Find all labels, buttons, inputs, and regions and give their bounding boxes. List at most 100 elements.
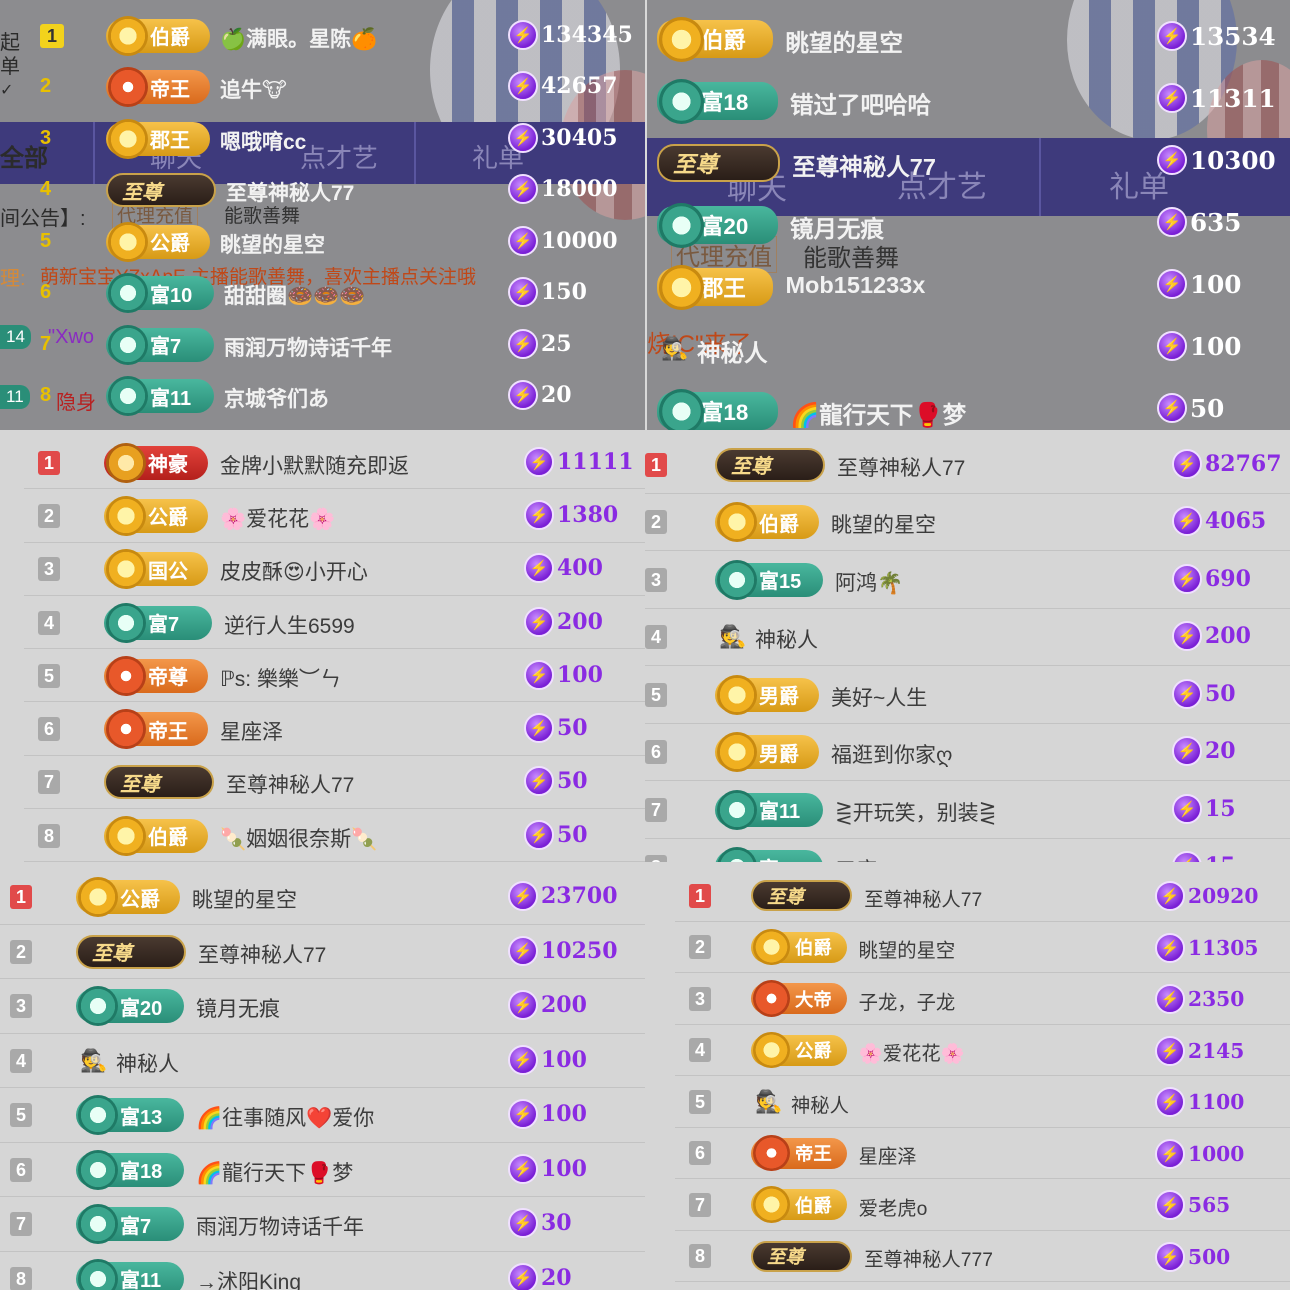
user-name[interactable]: 🌈龍行天下🥊梦 [790,396,966,430]
rank-row[interactable]: 伯爵 眺望的星空 13534 [647,8,1290,70]
user-name[interactable]: 星座泽 [859,1141,917,1169]
user-name[interactable]: 镜月无痕 [790,210,884,244]
rank-row[interactable]: 至尊 至尊神秘人77 10300 [647,132,1290,194]
rank-row[interactable]: 1 伯爵 🍏满眼。星陈🍊 134345 [0,10,645,62]
user-name[interactable]: 眺望的星空 [192,884,297,914]
user-name[interactable]: 嗯哦唷cc [220,126,306,156]
user-name[interactable]: Mob151233x [785,272,925,299]
bolt-coin-icon [524,499,554,530]
user-name[interactable]: 雨润万物诗话千年 [196,1211,364,1241]
rank-row[interactable]: 8 至尊 至尊神秘人777 500 [645,1231,1290,1282]
rank-row[interactable]: 6 帝王 星座泽 1000 [645,1128,1290,1179]
user-name[interactable]: 🌈往事随风❤️爱你 [196,1102,374,1132]
user-name[interactable]: 至尊神秘人77 [226,177,354,207]
user-name[interactable]: 神秘人 [697,334,768,368]
rank-row[interactable]: 7 至尊 至尊神秘人77 50 [0,756,645,810]
bolt-coin-icon [1155,1241,1185,1272]
badge-label: 富11 [759,801,801,824]
rank-row[interactable]: 1 公爵 眺望的星空 23700 [0,870,645,925]
rank-row[interactable]: 5 帝尊 ℙs: 樂樂︶ㄣ 100 [0,649,645,703]
user-name[interactable]: 眺望的星空 [831,509,936,539]
user-name[interactable]: 福逛到你家ღ [831,739,953,769]
rank-row[interactable]: 6 富10 甜甜圈🍩🍩🍩 150 [0,268,645,320]
rank-row[interactable]: 4 公爵 🌸爱花花🌸 2145 [645,1025,1290,1076]
rank-row[interactable]: 5 公爵 眺望的星空 10000 [0,216,645,268]
rank-row[interactable]: 郡王 Mob151233x 100 [647,256,1290,318]
user-name[interactable]: 🍏满眼。星陈🍊 [220,23,377,53]
user-name[interactable]: 神秘人 [791,1090,849,1118]
user-name[interactable]: 🍡姻姻很奈斯🍡 [220,823,377,853]
user-name[interactable]: 至尊神秘人77 [792,148,936,182]
user-name[interactable]: 至尊神秘人77 [226,769,354,799]
user-name[interactable]: →沭阳King [196,1266,301,1290]
user-name[interactable]: ⋛开玩笑，别装⋛ [835,797,996,827]
rank-row[interactable]: 2 伯爵 眺望的星空 11305 [645,922,1290,973]
user-name[interactable]: 皮皮酥😍小开心 [220,556,368,586]
rank-row[interactable]: 4 🕵 神秘人 200 [645,609,1290,666]
rank-row[interactable]: 6 帝王 星座泽 50 [0,703,645,756]
user-name[interactable]: 🌈龍行天下🥊梦 [196,1157,353,1187]
rank-row[interactable]: 3 富15 阿鸿🌴 690 [645,551,1290,609]
user-name[interactable]: 神秘人 [116,1048,179,1078]
rank-row[interactable]: 富18 错过了吧哈哈 11311 [647,70,1290,132]
user-name[interactable]: 至尊神秘人777 [864,1244,993,1272]
rank-row[interactable]: 1 至尊 至尊神秘人77 20920 [645,870,1290,922]
user-name[interactable]: 甜甜圈🍩🍩🍩 [224,280,365,310]
rank-row[interactable]: 8 富11 →沭阳King 20 [0,1252,645,1290]
rank-row[interactable]: 4 🕵 神秘人 100 [0,1034,645,1088]
user-name[interactable]: 眺望的星空 [220,229,325,259]
user-name[interactable]: 神秘人 [755,624,818,654]
rank-row[interactable]: 7 富11 ⋛开玩笑，别装⋛ 15 [645,781,1290,839]
rank-row[interactable]: 7 伯爵 爱老虎o 565 [645,1179,1290,1231]
bolt-coin-icon [1157,331,1187,362]
rank-row[interactable]: 8 伯爵 🍡姻姻很奈斯🍡 50 [0,809,645,862]
user-name[interactable]: 🌸爱花花🌸 [859,1038,965,1066]
user-name[interactable]: 🌸爱花花🌸 [220,503,335,533]
rank-row[interactable]: 8 富11 京城爷们あ 20 [0,371,645,423]
rank-row[interactable]: 1 至尊 至尊神秘人77 82767 [645,436,1290,494]
rank-row[interactable]: 3 郡王 嗯哦唷cc 30405 [0,113,645,165]
level-badge: 郡王 [106,118,210,159]
medal-icon [717,502,757,543]
user-name[interactable]: 至尊神秘人77 [864,884,982,912]
user-name[interactable]: 追牛🐮 [220,74,287,104]
rank-row[interactable]: 2 帝王 追牛🐮 42657 [0,62,645,114]
rank-row[interactable]: 5 🕵 神秘人 1100 [645,1076,1290,1128]
rank-row[interactable]: 富18 🌈龍行天下🥊梦 50 [647,380,1290,430]
rank-row[interactable]: 7 富7 雨润万物诗话千年 30 [0,1197,645,1252]
rank-row[interactable]: 4 至尊 至尊神秘人77 18000 [0,165,645,217]
user-name[interactable]: 至尊神秘人77 [198,939,326,969]
user-name[interactable]: 金牌小默默随充即返 [220,450,409,480]
rank-row[interactable]: 🕵 神秘人 100 [647,318,1290,380]
rank-row[interactable]: 3 富20 镜月无痕 200 [0,979,645,1034]
rank-row[interactable]: 2 公爵 🌸爱花花🌸 1380 [0,489,645,543]
user-name[interactable]: 爱老虎o [859,1193,928,1221]
rank-row[interactable]: 3 国公 皮皮酥😍小开心 400 [0,543,645,596]
rank-row[interactable]: 8 富18 曰度n 15 [645,839,1290,862]
rank-row[interactable]: 3 大帝 子龙，子龙 2350 [645,973,1290,1025]
rank-row[interactable]: 6 富18 🌈龍行天下🥊梦 100 [0,1143,645,1197]
user-name[interactable]: 美好~人生 [831,682,927,712]
rank-row[interactable]: 6 男爵 福逛到你家ღ 20 [645,724,1290,781]
rank-row[interactable]: 5 富13 🌈往事随风❤️爱你 100 [0,1088,645,1143]
user-name[interactable]: 逆行人生6599 [224,610,355,640]
user-name[interactable]: ℙs: 樂樂︶ㄣ [220,663,341,693]
user-name[interactable]: 星座泽 [220,716,283,746]
user-name[interactable]: 曰度n [835,854,889,862]
user-name[interactable]: 镜月无痕 [196,993,280,1023]
user-name[interactable]: 至尊神秘人77 [837,452,965,482]
rank-row[interactable]: 4 富7 逆行人生6599 200 [0,596,645,650]
user-name[interactable]: 阿鸿🌴 [835,567,903,597]
rank-row[interactable]: 1 神豪 金牌小默默随充即返 11111 [0,436,645,490]
rank-row[interactable]: 2 伯爵 眺望的星空 4065 [645,494,1290,551]
rank-row[interactable]: 7 富7 雨润万物诗话千年 25 [0,319,645,371]
user-name[interactable]: 京城爷们あ [224,383,329,413]
user-name[interactable]: 眺望的星空 [785,24,903,58]
user-name[interactable]: 错过了吧哈哈 [790,86,931,120]
rank-row[interactable]: 2 至尊 至尊神秘人77 10250 [0,925,645,979]
user-name[interactable]: 子龙，子龙 [859,987,956,1015]
user-name[interactable]: 眺望的星空 [859,935,956,963]
rank-row[interactable]: 5 男爵 美好~人生 50 [645,666,1290,724]
rank-row[interactable]: 富20 镜月无痕 635 [647,194,1290,256]
user-name[interactable]: 雨润万物诗话千年 [224,332,392,362]
